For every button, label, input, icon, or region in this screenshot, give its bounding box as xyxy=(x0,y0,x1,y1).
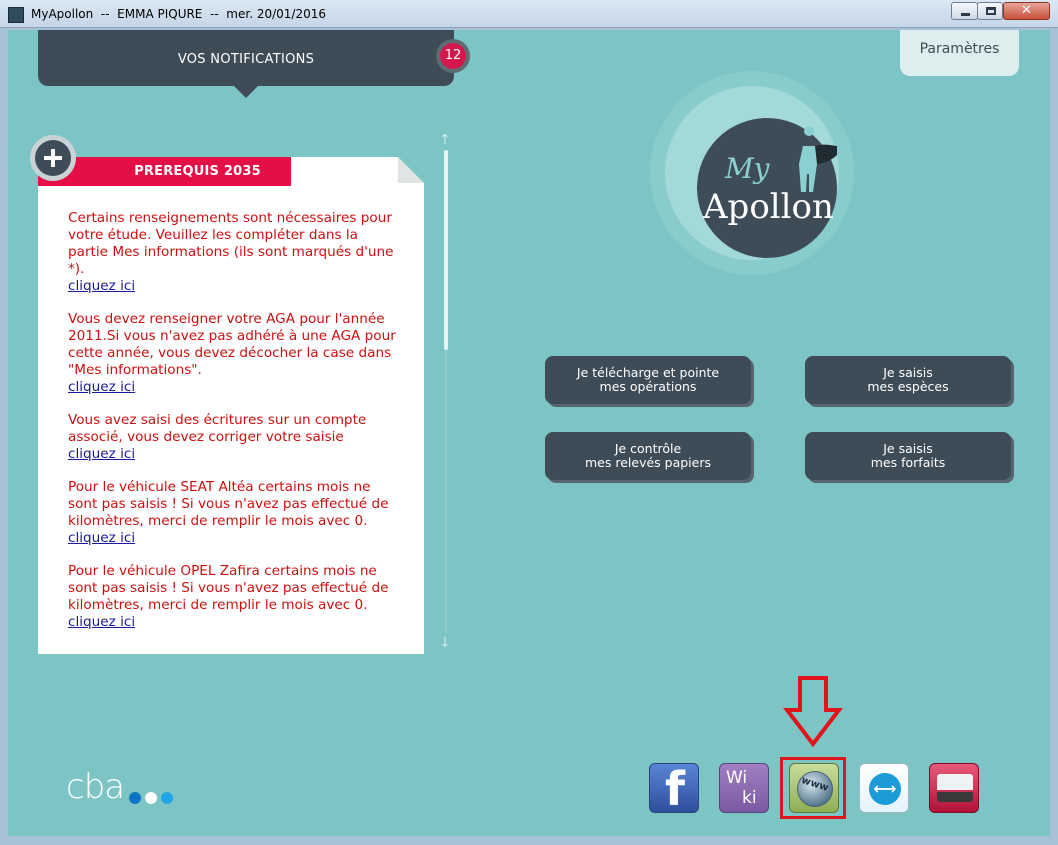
note-link[interactable]: cliquez ici xyxy=(68,614,398,631)
note-text: Vous avez saisi des écritures sur un com… xyxy=(68,412,367,445)
minimize-icon xyxy=(961,13,970,16)
red-arrow-icon xyxy=(783,676,843,748)
statements-line1: Je contrôle xyxy=(614,440,682,456)
note-text: Pour le véhicule SEAT Altéa certains moi… xyxy=(68,479,389,529)
logo-ring: My Apollon xyxy=(665,86,839,260)
download-line2: mes opérations xyxy=(599,379,697,394)
cba-dot xyxy=(129,792,141,804)
notifications-tab[interactable]: VOS NOTIFICATIONS xyxy=(38,30,454,98)
note-item: Certains renseignements sont nécessaires… xyxy=(68,210,398,295)
facebook-icon[interactable]: f xyxy=(649,762,699,816)
note-link[interactable]: cliquez ici xyxy=(68,278,398,295)
cba-dots xyxy=(129,789,177,808)
scroll-up-arrow[interactable]: ↑ xyxy=(439,133,451,147)
notifications-label: VOS NOTIFICATIONS xyxy=(177,52,315,67)
app-area: VOS NOTIFICATIONS 12 Paramètres PREREQUI… xyxy=(8,30,1050,836)
notes-list: Certains renseignements sont nécessaires… xyxy=(68,210,398,647)
plus-icon xyxy=(35,140,71,176)
wiki-icon[interactable]: Wi ki xyxy=(719,763,769,813)
window-title: MyApollon -- EMMA PIQURE -- mer. 20/01/2… xyxy=(31,7,327,21)
add-button[interactable] xyxy=(30,135,76,181)
teamviewer-circle: ⟷ xyxy=(869,773,901,805)
maximize-button[interactable] xyxy=(977,2,1003,20)
logo-badge: My Apollon xyxy=(697,118,837,258)
species-line2: mes espèces xyxy=(867,379,949,394)
note-link[interactable]: cliquez ici xyxy=(68,379,398,396)
cba-logo-text: cba xyxy=(66,767,125,807)
logo-graphic: My Apollon xyxy=(702,126,837,227)
download-line1: Je télécharge et pointe xyxy=(576,364,720,380)
enter-species-button[interactable]: Je saisis mes espèces xyxy=(805,356,1011,404)
species-line1: Je saisis xyxy=(883,364,933,380)
scanner-icon[interactable] xyxy=(929,763,979,813)
packages-line2: mes forfaits xyxy=(870,455,946,470)
card-header: PREREQUIS 2035 xyxy=(38,157,291,186)
card-category: PREREQUIS 2035 xyxy=(134,164,261,179)
notifications-badge: 12 xyxy=(436,39,470,73)
note-item: Pour le véhicule SEAT Altéa certains moi… xyxy=(68,479,398,547)
logo-name-text: Apollon xyxy=(702,187,834,227)
cba-dot xyxy=(145,792,157,804)
notifications-pointer xyxy=(234,86,258,98)
statements-line2: mes relevés papiers xyxy=(585,455,711,470)
notification-card: PREREQUIS 2035 Certains renseignements s… xyxy=(38,157,424,654)
wiki-text-bottom: ki xyxy=(742,788,757,808)
note-link[interactable]: cliquez ici xyxy=(68,446,398,463)
teamviewer-arrows: ⟷ xyxy=(873,779,897,798)
cba-dot xyxy=(161,792,173,804)
scanner-base xyxy=(937,792,973,802)
myapollon-logo: My Apollon xyxy=(650,71,854,275)
download-operations-button[interactable]: Je télécharge et pointe mes opérations xyxy=(545,356,751,404)
facebook-glyph: f xyxy=(664,762,685,816)
app-icon xyxy=(8,7,24,23)
note-text: Vous devez renseigner votre AGA pour l'a… xyxy=(68,311,396,378)
note-item: Pour le véhicule OPEL Zafira certains mo… xyxy=(68,563,398,631)
teamviewer-icon[interactable]: ⟷ xyxy=(859,763,909,813)
scanner-lid xyxy=(937,774,973,790)
enter-packages-button[interactable]: Je saisis mes forfaits xyxy=(805,432,1011,480)
note-link[interactable]: cliquez ici xyxy=(68,530,398,547)
window-titlebar: MyApollon -- EMMA PIQURE -- mer. 20/01/2… xyxy=(0,0,1058,28)
note-item: Vous devez renseigner votre AGA pour l'a… xyxy=(68,311,398,396)
close-button[interactable]: ✕ xyxy=(1003,2,1050,20)
highlight-box xyxy=(780,757,846,819)
scrollbar-thumb[interactable] xyxy=(444,150,448,350)
logo-my-text: My xyxy=(724,152,771,185)
minimize-button[interactable] xyxy=(951,2,978,20)
scroll-down-arrow[interactable]: ↓ xyxy=(439,636,451,650)
check-statements-button[interactable]: Je contrôle mes relevés papiers xyxy=(545,432,751,480)
note-text: Certains renseignements sont nécessaires… xyxy=(68,210,394,277)
note-text: Pour le véhicule OPEL Zafira certains mo… xyxy=(68,563,389,613)
maximize-icon xyxy=(986,7,996,15)
notifications-count: 12 xyxy=(440,43,466,69)
card-fold xyxy=(398,157,424,183)
packages-line1: Je saisis xyxy=(883,440,933,456)
note-item: Vous avez saisi des écritures sur un com… xyxy=(68,412,398,463)
close-icon: ✕ xyxy=(1021,3,1032,18)
params-button[interactable]: Paramètres xyxy=(900,30,1019,76)
wiki-text-top: Wi xyxy=(726,768,748,788)
